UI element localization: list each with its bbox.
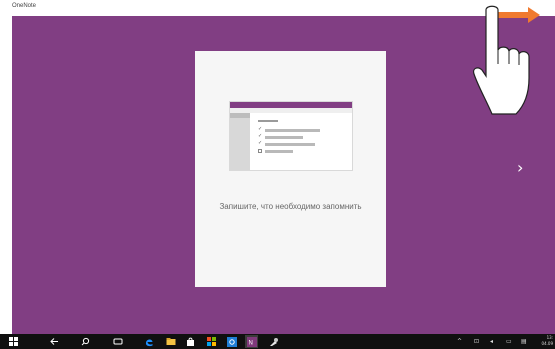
unchecked-box-icon — [258, 149, 262, 153]
checkmark-icon: ✓ — [258, 133, 263, 139]
intro-caption: Запишите, что необходимо запомнить — [219, 202, 362, 211]
edge-browser-icon[interactable] — [142, 335, 155, 348]
photos-icon[interactable] — [205, 335, 218, 348]
outlook-icon[interactable] — [225, 335, 238, 348]
chevron-up-icon[interactable]: ^ — [457, 337, 462, 346]
system-clock[interactable]: 13: 04.09 — [537, 335, 553, 347]
intro-card: ✓ ✓ ✓ Запишите, что необходимо запомнить — [195, 51, 386, 287]
onenote-preview-illustration: ✓ ✓ ✓ — [230, 102, 352, 170]
swipe-right-hand-icon — [473, 5, 540, 115]
svg-text:N: N — [248, 340, 252, 346]
checkmark-icon: ✓ — [258, 140, 263, 146]
task-view-icon[interactable] — [111, 335, 124, 348]
clock-date: 04.09 — [541, 341, 553, 346]
chevron-right-icon[interactable]: › — [517, 160, 523, 176]
app-title: OneNote — [12, 3, 37, 9]
taskbar: N ^ ⊡ ◂ ▭ ▤ 13: 04.09 — [0, 334, 555, 349]
network-icon[interactable]: ⊡ — [474, 337, 479, 346]
store-icon[interactable] — [184, 335, 197, 348]
file-explorer-icon[interactable] — [164, 335, 177, 348]
checkmark-icon: ✓ — [258, 126, 263, 132]
volume-icon[interactable]: ◂ — [490, 337, 493, 346]
windows-start-icon[interactable] — [7, 335, 20, 348]
paint-icon[interactable] — [267, 335, 280, 348]
notification-icon[interactable]: ▭ — [506, 337, 512, 346]
search-icon[interactable] — [79, 335, 92, 348]
keyboard-icon[interactable]: ▤ — [521, 337, 527, 346]
onenote-icon[interactable]: N — [245, 335, 258, 348]
back-arrow-icon[interactable] — [48, 335, 61, 348]
